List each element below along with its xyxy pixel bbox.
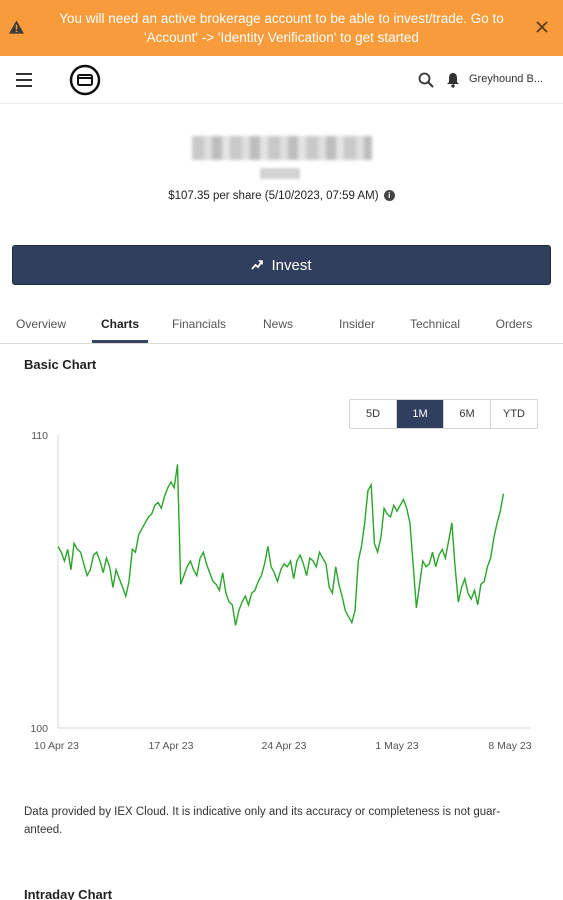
price-line-chart: 110 100 10 Apr 23 17 Apr 23 24 Apr 23 1 May 2… <box>30 430 531 752</box>
banner-message: You will need an active brokerage accoun… <box>59 11 504 45</box>
x-tick-label: 8 May 23 <box>488 740 531 752</box>
hamburger-icon[interactable] <box>16 73 32 87</box>
invest-label: Invest <box>271 256 312 274</box>
basic-chart-title: Basic Chart <box>24 357 97 372</box>
range-1m-button[interactable]: 1M <box>397 400 444 428</box>
account-name[interactable]: Greyhound B... <box>469 73 543 85</box>
warning-icon <box>9 20 24 34</box>
trend-up-icon <box>251 260 264 270</box>
data-disclaimer: Data provided by IEX Cloud. It is indica… <box>24 806 501 836</box>
top-app-bar: Greyhound B... <box>0 56 563 104</box>
tab-news[interactable]: News <box>256 317 300 331</box>
app-logo-icon[interactable] <box>69 64 101 96</box>
stock-tabs: Overview Charts Financials News Insider … <box>0 308 563 344</box>
active-tab-indicator <box>92 340 148 343</box>
redacted-stock-name <box>192 136 372 160</box>
tab-insider[interactable]: Insider <box>333 317 381 331</box>
price-line: $107.35 per share (5/10/2023, 07:59 AM) … <box>0 190 563 202</box>
range-ytd-button[interactable]: YTD <box>491 400 537 428</box>
x-tick-label: 17 Apr 23 <box>149 740 194 752</box>
tab-orders[interactable]: Orders <box>490 317 538 331</box>
bell-icon[interactable] <box>446 72 460 88</box>
x-tick-label: 24 Apr 23 <box>262 740 307 752</box>
intraday-chart-title: Intraday Chart <box>24 887 113 900</box>
y-tick-label: 100 <box>30 723 48 735</box>
info-icon[interactable]: i <box>383 190 395 201</box>
tab-charts[interactable]: Charts <box>92 317 148 331</box>
close-icon[interactable] <box>534 19 550 35</box>
range-5d-button[interactable]: 5D <box>350 400 397 428</box>
share-price-text: $107.35 per share (5/10/2023, 07:59 AM) <box>168 190 379 202</box>
redacted-stock-symbol <box>260 168 300 179</box>
tab-technical[interactable]: Technical <box>404 317 466 331</box>
x-tick-label: 10 Apr 23 <box>34 740 79 752</box>
x-tick-label: 1 May 23 <box>375 740 418 752</box>
tab-overview[interactable]: Overview <box>13 317 69 331</box>
y-tick-label: 110 <box>31 430 48 442</box>
search-icon[interactable] <box>418 72 434 88</box>
invest-button[interactable]: Invest <box>12 245 551 285</box>
verification-banner: You will need an active brokerage accoun… <box>0 0 563 56</box>
price-series-line <box>57 464 505 626</box>
range-6m-button[interactable]: 6M <box>444 400 491 428</box>
tab-financials[interactable]: Financials <box>168 317 230 331</box>
